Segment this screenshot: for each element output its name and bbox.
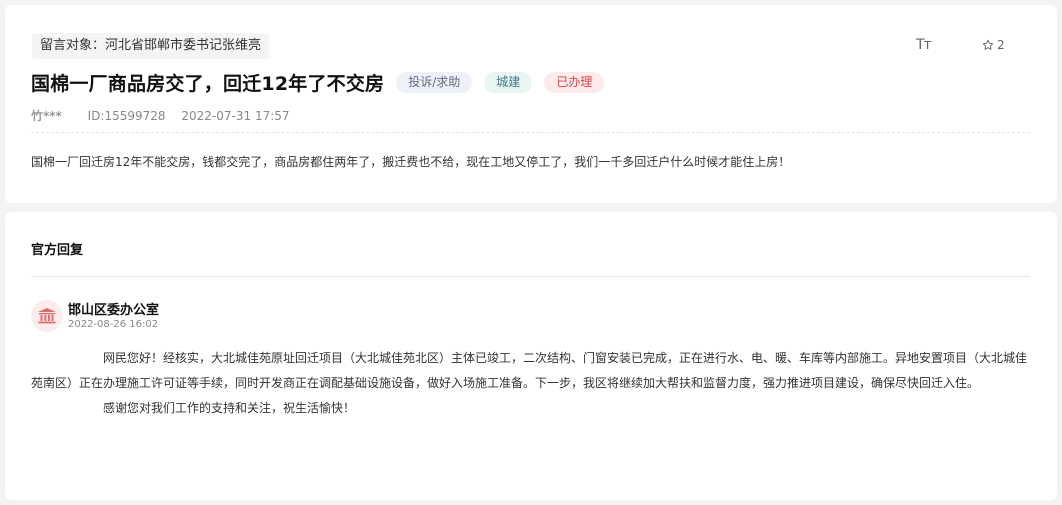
- font-size-icon[interactable]: Tт: [916, 37, 932, 53]
- reply-date: 2022-08-26 16:02: [68, 319, 159, 330]
- reply-heading: 官方回复: [31, 243, 84, 258]
- star-icon: [982, 39, 994, 50]
- reply-paragraph: 网民您好！经核实，大北城佳苑原址回迁项目（大北城佳苑北区）主体已竣工，二次结构、…: [31, 351, 1028, 390]
- post-id: ID:15599728: [87, 109, 166, 123]
- avatar: [31, 300, 63, 332]
- post-meta: 竹*** ID:15599728 2022-07-31 17:57: [31, 107, 290, 124]
- status-badge: 已办理: [544, 71, 605, 93]
- post-content: 国棉一厂回迁房12年不能交房，钱都交完了，商品房都住两年了，搬迁费也不给，现在工…: [31, 155, 791, 169]
- star-count: 2: [997, 38, 1005, 52]
- post-title: 国棉一厂商品房交了，回迁12年了不交房: [31, 72, 385, 95]
- author-name: 竹***: [31, 109, 62, 123]
- official-reply-card: 官方回复 邯山区委办公室 2022-08-26 16:02 网民您好！经核实，大…: [5, 212, 1057, 500]
- reply-paragraph: 感谢您对我们工作的支持和关注，祝生活愉快！: [103, 401, 356, 415]
- title-row: 国棉一厂商品房交了，回迁12年了不交房 投诉/求助 城建 已办理: [31, 67, 605, 97]
- post-datetime: 2022-07-31 17:57: [181, 109, 290, 123]
- divider: [31, 132, 1030, 133]
- domain-tag: 城建: [484, 71, 533, 93]
- post-card: 留言对象：河北省邯郸市委书记张维亮 国棉一厂商品房交了，回迁12年了不交房 投诉…: [5, 5, 1057, 203]
- message-target: 留言对象：河北省邯郸市委书记张维亮: [32, 33, 270, 59]
- divider: [31, 276, 1030, 277]
- favorite-button[interactable]: 2: [982, 38, 1005, 52]
- office-name: 邯山区委办公室: [68, 303, 160, 318]
- reply-body: 网民您好！经核实，大北城佳苑原址回迁项目（大北城佳苑北区）主体已竣工，二次结构、…: [31, 346, 1031, 421]
- category-tag: 投诉/求助: [396, 71, 473, 93]
- government-building-icon: [38, 308, 56, 324]
